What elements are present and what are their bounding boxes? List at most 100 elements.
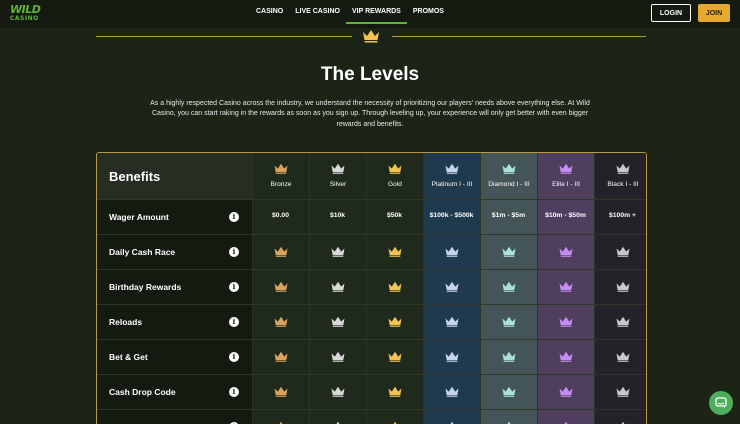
info-icon[interactable]: i (229, 317, 239, 327)
benefit-cell (309, 410, 366, 424)
silver-crown-icon (331, 386, 344, 397)
nav-vip-rewards[interactable]: VIP REWARDS (345, 0, 407, 24)
benefit-cell (366, 305, 423, 339)
info-icon[interactable]: i (229, 352, 239, 362)
benefit-cell: $10k (309, 200, 366, 234)
elite-crown-icon (559, 281, 572, 292)
wager-value: $100k - $500k (429, 212, 474, 219)
benefit-label: Bet & Get (109, 352, 148, 362)
benefit-cell (480, 305, 537, 339)
intro-text: As a highly respected Casino across the … (150, 100, 590, 128)
platinum-crown-icon (445, 281, 458, 292)
benefit-label: Birthday Rewards (109, 282, 182, 292)
benefit-cell (537, 235, 594, 269)
benefit-cell: $0.00 (252, 200, 309, 234)
bronze-crown-icon (274, 281, 287, 292)
wager-value: $100m + (608, 212, 637, 219)
divider-crown-icon (363, 30, 379, 43)
wager-value: $10m - $50m (545, 212, 586, 219)
bronze-crown-icon (274, 316, 287, 327)
tier-header: Black I - III (595, 153, 646, 199)
tier-header: Diamond I - III (481, 153, 537, 199)
platinum-crown-icon (445, 316, 458, 327)
benefit-cell (252, 410, 309, 424)
elite-crown-icon (559, 351, 572, 362)
benefit-cell (309, 340, 366, 374)
wager-value: $50k (386, 212, 403, 219)
benefit-cell (480, 235, 537, 269)
benefit-label: Daily Cash Race (109, 247, 176, 257)
benefit-cell (594, 340, 646, 374)
benefit-cell (480, 375, 537, 409)
login-button[interactable]: LOGIN (651, 4, 691, 22)
benefit-label: Reloads (109, 317, 143, 327)
benefit-label: Cash Drop Code (109, 387, 176, 397)
tier-name: Diamond I - III (488, 181, 530, 188)
black-crown-icon (616, 316, 629, 327)
silver-crown-icon (331, 316, 344, 327)
chat-icon (715, 397, 727, 408)
benefit-cell (423, 235, 480, 269)
gold-crown-icon (388, 281, 401, 292)
diamond-crown-icon (502, 163, 516, 174)
benefit-cell (366, 270, 423, 304)
nav-casino[interactable]: CASINO (250, 0, 289, 24)
bronze-crown-icon (274, 351, 287, 362)
benefit-cell (252, 305, 309, 339)
diamond-crown-icon (502, 281, 515, 292)
benefit-cell (309, 270, 366, 304)
info-icon[interactable]: i (229, 212, 239, 222)
tier-header: Silver (310, 153, 366, 199)
platinum-crown-icon (445, 246, 458, 257)
gold-crown-icon (388, 316, 401, 327)
benefit-cell: $100k - $500k (423, 200, 480, 234)
wager-value: $10k (329, 212, 346, 219)
silver-crown-icon (331, 281, 344, 292)
benefit-cell (252, 235, 309, 269)
benefits-header: Benefits (97, 153, 252, 199)
benefit-cell: $1m - $5m (480, 200, 537, 234)
benefit-cell (537, 375, 594, 409)
nav-live-casino[interactable]: LIVE CASINO (289, 0, 346, 24)
wild-casino-logo[interactable]: WILD CASINO (10, 4, 46, 24)
benefit-cell (480, 270, 537, 304)
info-icon[interactable]: i (229, 282, 239, 292)
benefit-cell (594, 305, 646, 339)
elite-crown-icon (559, 163, 573, 174)
silver-crown-icon (331, 246, 344, 257)
tier-header: Elite I - III (538, 153, 594, 199)
tier-header: Bronze (253, 153, 309, 199)
bronze-crown-icon (274, 386, 287, 397)
benefit-label: Wager Amount (109, 212, 169, 222)
bronze-crown-icon (274, 246, 287, 257)
silver-crown-icon (331, 351, 344, 362)
platinum-crown-icon (445, 386, 458, 397)
chat-button[interactable] (709, 391, 733, 415)
benefit-row: Birthday Rewards i (97, 269, 646, 304)
diamond-crown-icon (502, 316, 515, 327)
elite-crown-icon (559, 316, 572, 327)
tier-name: Bronze (270, 181, 292, 188)
benefit-cell (480, 340, 537, 374)
benefit-cell (309, 235, 366, 269)
nav-promos[interactable]: PROMOS (407, 0, 450, 24)
join-button[interactable]: JOIN (698, 4, 730, 22)
gold-crown-icon (388, 351, 401, 362)
benefit-cell (423, 305, 480, 339)
benefit-cell (366, 375, 423, 409)
benefit-cell (423, 270, 480, 304)
gold-crown-icon (388, 386, 401, 397)
wager-value: $0.00 (271, 212, 289, 219)
benefit-cell (309, 305, 366, 339)
benefit-cell (252, 270, 309, 304)
main-nav: CASINO LIVE CASINO VIP REWARDS PROMOS (250, 0, 450, 28)
benefit-cell: $10m - $50m (537, 200, 594, 234)
info-icon[interactable]: i (229, 387, 239, 397)
benefit-cell (594, 375, 646, 409)
benefit-cell: $100m + (594, 200, 646, 234)
black-crown-icon (616, 281, 629, 292)
info-icon[interactable]: i (229, 247, 239, 257)
logo-line2: CASINO (10, 15, 39, 22)
benefit-cell (537, 270, 594, 304)
benefit-cell (537, 340, 594, 374)
